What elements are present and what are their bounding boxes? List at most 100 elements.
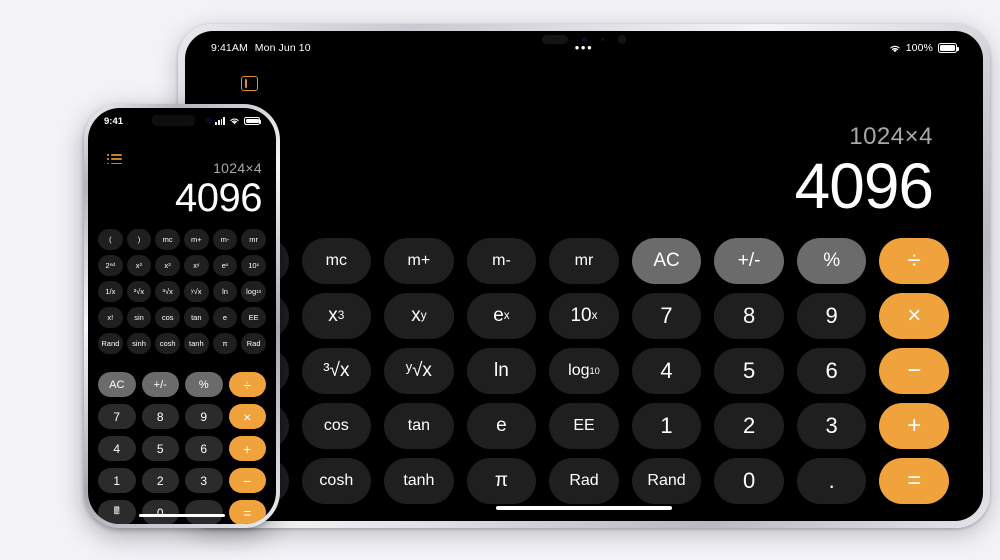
ipad-key-tanh[interactable]: tanh xyxy=(384,458,454,504)
iphone-result: 4096 xyxy=(175,176,262,220)
iphone-key-sym[interactable]: +/- xyxy=(141,372,179,397)
iphone-sci-key-cosh[interactable]: cosh xyxy=(155,333,180,354)
iphone-sci-key-sym[interactable]: π xyxy=(212,333,238,354)
iphone-sci-key-x2[interactable]: x2 xyxy=(126,255,152,276)
iphone-key-1[interactable]: 1 xyxy=(98,468,136,493)
ipad-key-9[interactable]: 9 xyxy=(796,293,867,339)
ipad-expression: 1024×4 xyxy=(849,123,933,150)
ipad-key-10x[interactable]: 10 x xyxy=(549,293,619,339)
ipad-key-[interactable]: . xyxy=(796,458,867,504)
ipad-key-Rad[interactable]: Rad xyxy=(549,458,619,504)
ipad-key-mc[interactable]: mc xyxy=(301,238,372,284)
iphone-sci-key-EE[interactable]: EE xyxy=(241,307,266,328)
ipad-key-[interactable]: +/- xyxy=(714,238,784,284)
ipad-key-AC[interactable]: AC xyxy=(631,238,702,284)
history-list-icon[interactable] xyxy=(107,154,122,165)
ipad-key-[interactable]: = xyxy=(879,458,949,504)
iphone-key-4[interactable]: 4 xyxy=(98,436,136,461)
iphone-key-sym[interactable]: % xyxy=(185,372,223,397)
iphone-sci-key-Rad[interactable]: Rad xyxy=(241,333,266,354)
iphone-sci-key-ln[interactable]: ln xyxy=(212,281,238,302)
ipad-key-log10[interactable]: log 10 xyxy=(549,348,619,394)
ipad-key-Rand[interactable]: Rand xyxy=(631,458,702,504)
ipad-key-6[interactable]: 6 xyxy=(796,348,867,394)
ipad-keypad: )mcm+m-mrAC+/-%÷x2x3xyex10x789×²√x³√xʸ√x… xyxy=(219,238,949,504)
iphone-sci-key-x[interactable]: ³√x xyxy=(155,281,180,302)
ipad-key-5[interactable]: 5 xyxy=(714,348,784,394)
iphone-key-sym[interactable]: + xyxy=(228,436,266,461)
iphone-sci-key-tan[interactable]: tan xyxy=(183,307,209,328)
iphone-key-6[interactable]: 6 xyxy=(185,436,223,461)
ipad-status-time: 9:41AM xyxy=(211,42,248,54)
iphone-sci-key-cos[interactable]: cos xyxy=(155,307,180,328)
ipad-key-ln[interactable]: ln xyxy=(466,348,537,394)
iphone-key-8[interactable]: 8 xyxy=(141,404,179,429)
iphone-sci-key-tanh[interactable]: tanh xyxy=(183,333,209,354)
iphone-screen: 9:41 1024×4 4096 () mc m+ m- mr 2 nd x … xyxy=(88,108,276,524)
iphone-key-sym[interactable]: . xyxy=(185,500,223,524)
iphone-sci-key-sinh[interactable]: sinh xyxy=(126,333,152,354)
iphone-key-sym[interactable]: × xyxy=(228,404,266,429)
ipad-key-x[interactable]: ³√x xyxy=(301,348,372,394)
iphone-sci-key-Rand[interactable]: Rand xyxy=(98,333,123,354)
iphone-scientific-keypad: () mc m+ m-mr 2nd x 2 x 3 x y e x 10 x 1/x ²√x ³√x ʸ√x ln lo… xyxy=(98,229,266,354)
ipad-key-cosh[interactable]: cosh xyxy=(301,458,372,504)
ipad-status-bar: 9:41AM Mon Jun 10 ••• 100% xyxy=(185,31,983,65)
ipad-key-mr[interactable]: mr xyxy=(549,238,619,284)
iphone-sci-key-sym[interactable]: ( xyxy=(98,229,123,250)
iphone-key-0[interactable]: 0 xyxy=(141,500,179,524)
ipad-key-[interactable]: − xyxy=(879,348,949,394)
ipad-key-m[interactable]: m- xyxy=(466,238,537,284)
ipad-key-1[interactable]: 1 xyxy=(631,403,702,449)
ipad-key-e[interactable]: e xyxy=(466,403,537,449)
ipad-key-[interactable]: π xyxy=(466,458,537,504)
iphone-sci-key-log10[interactable]: log 10 xyxy=(241,281,266,302)
iphone-key-7[interactable]: 7 xyxy=(98,404,136,429)
ipad-calculator-display: 1024×4 4096 xyxy=(795,123,934,220)
ipad-key-EE[interactable]: EE xyxy=(549,403,619,449)
sidebar-toggle-icon[interactable] xyxy=(241,76,258,91)
iphone-sci-key-2nd[interactable]: 2nd xyxy=(98,255,123,276)
ipad-key-x3[interactable]: x3 xyxy=(301,293,372,339)
ipad-key-0[interactable]: 0 xyxy=(714,458,784,504)
ipad-key-cos[interactable]: cos xyxy=(301,403,372,449)
iphone-sci-key-ex[interactable]: ex xyxy=(212,255,238,276)
iphone-key-sym[interactable]: − xyxy=(228,468,266,493)
iphone-key-AC[interactable]: AC xyxy=(98,372,136,397)
iphone-sci-key-x[interactable]: ²√x xyxy=(126,281,152,302)
iphone-sci-key-10x[interactable]: 10 x xyxy=(241,255,266,276)
iphone-key-sym[interactable]: = xyxy=(228,500,266,524)
ipad-key-2[interactable]: 2 xyxy=(714,403,784,449)
ipad-key-8[interactable]: 8 xyxy=(714,293,784,339)
iphone-key-sym[interactable]: ÷ xyxy=(228,372,266,397)
iphone-sci-key-m[interactable]: m+ xyxy=(183,229,209,250)
iphone-sci-key-m[interactable]: m- xyxy=(212,229,238,250)
iphone-sci-key-mr[interactable]: mr xyxy=(241,229,266,250)
ipad-key-tan[interactable]: tan xyxy=(384,403,454,449)
ipad-key-ex[interactable]: ex xyxy=(466,293,537,339)
ipad-key-[interactable]: × xyxy=(879,293,949,339)
ipad-key-3[interactable]: 3 xyxy=(796,403,867,449)
iphone-sci-key-mc[interactable]: mc xyxy=(155,229,180,250)
ipad-key-[interactable]: ÷ xyxy=(879,238,949,284)
ipad-key-xy[interactable]: xy xyxy=(384,293,454,339)
calculator-icon[interactable]: 🖩 xyxy=(98,500,136,524)
ipad-key-4[interactable]: 4 xyxy=(631,348,702,394)
iphone-sci-key-xy[interactable]: xy xyxy=(183,255,209,276)
ipad-key-m[interactable]: m+ xyxy=(384,238,454,284)
ipad-key-7[interactable]: 7 xyxy=(631,293,702,339)
iphone-sci-key-x[interactable]: x! xyxy=(98,307,123,328)
iphone-sci-key-1x[interactable]: 1/x xyxy=(98,281,123,302)
iphone-key-9[interactable]: 9 xyxy=(185,404,223,429)
iphone-sci-key-x[interactable]: ʸ√x xyxy=(183,281,209,302)
iphone-sci-key-e[interactable]: e xyxy=(212,307,238,328)
iphone-sci-key-x3[interactable]: x3 xyxy=(155,255,180,276)
iphone-key-2[interactable]: 2 xyxy=(141,468,179,493)
ipad-key-[interactable]: + xyxy=(879,403,949,449)
ipad-key-[interactable]: % xyxy=(796,238,867,284)
iphone-key-5[interactable]: 5 xyxy=(141,436,179,461)
iphone-sci-key-sym[interactable]: ) xyxy=(126,229,152,250)
iphone-sci-key-sin[interactable]: sin xyxy=(126,307,152,328)
ipad-key-x[interactable]: ʸ√x xyxy=(384,348,454,394)
iphone-key-3[interactable]: 3 xyxy=(185,468,223,493)
